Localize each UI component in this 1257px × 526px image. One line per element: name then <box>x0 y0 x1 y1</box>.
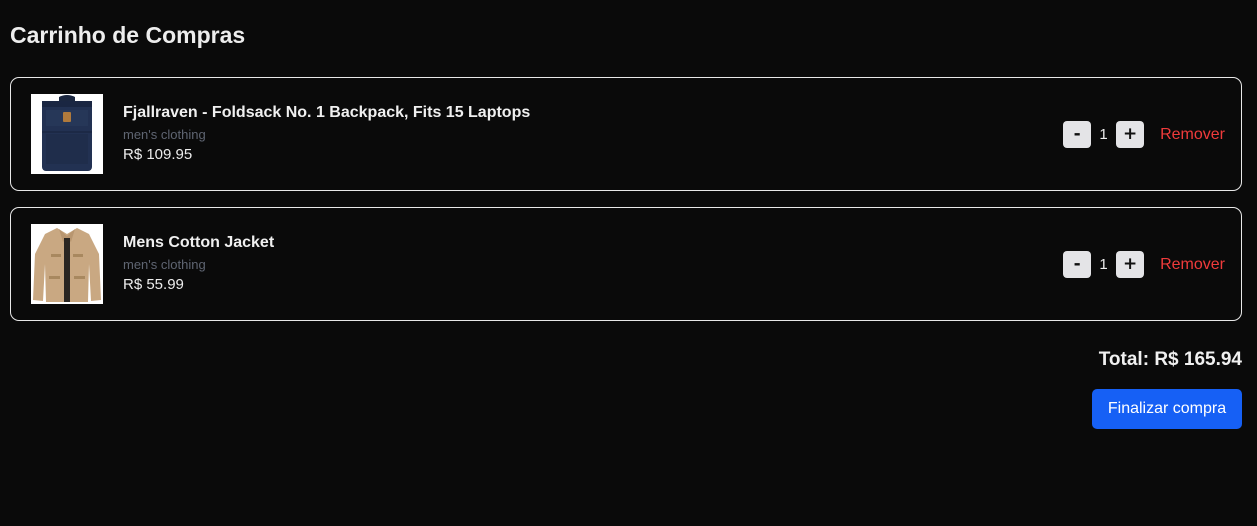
quantity-controls: - 1 + Remover <box>1063 121 1225 148</box>
remove-button[interactable]: Remover <box>1160 126 1225 144</box>
product-title: Mens Cotton Jacket <box>123 234 275 251</box>
product-category: men's clothing <box>123 127 206 142</box>
decrement-button[interactable]: - <box>1063 251 1092 278</box>
cart-item: Mens Cotton Jacket men's clothing R$ 55.… <box>10 207 1242 321</box>
jacket-icon <box>31 224 103 304</box>
quantity-controls: - 1 + Remover <box>1063 251 1225 278</box>
checkout-button[interactable]: Finalizar compra <box>1092 389 1242 429</box>
cart-list: Fjallraven - Foldsack No. 1 Backpack, Fi… <box>10 77 1242 337</box>
product-title: Fjallraven - Foldsack No. 1 Backpack, Fi… <box>123 104 531 121</box>
remove-button[interactable]: Remover <box>1160 256 1225 274</box>
product-category: men's clothing <box>123 257 206 272</box>
backpack-icon <box>39 94 95 174</box>
product-info: Fjallraven - Foldsack No. 1 Backpack, Fi… <box>123 104 530 164</box>
quantity-value: 1 <box>1099 256 1108 273</box>
cart-page: Carrinho de Compras Fjallraven - Foldsac… <box>0 0 1257 526</box>
cart-total: Total: R$ 165.94 <box>1098 349 1242 370</box>
product-price: R$ 55.99 <box>123 276 184 293</box>
product-image <box>31 94 103 174</box>
product-image <box>31 224 103 304</box>
quantity-value: 1 <box>1099 126 1108 143</box>
decrement-button[interactable]: - <box>1063 121 1092 148</box>
increment-button[interactable]: + <box>1116 251 1145 278</box>
cart-item: Fjallraven - Foldsack No. 1 Backpack, Fi… <box>10 77 1242 191</box>
page-title: Carrinho de Compras <box>10 22 246 48</box>
increment-button[interactable]: + <box>1116 121 1145 148</box>
product-info: Mens Cotton Jacket men's clothing R$ 55.… <box>123 234 274 294</box>
product-price: R$ 109.95 <box>123 146 193 163</box>
